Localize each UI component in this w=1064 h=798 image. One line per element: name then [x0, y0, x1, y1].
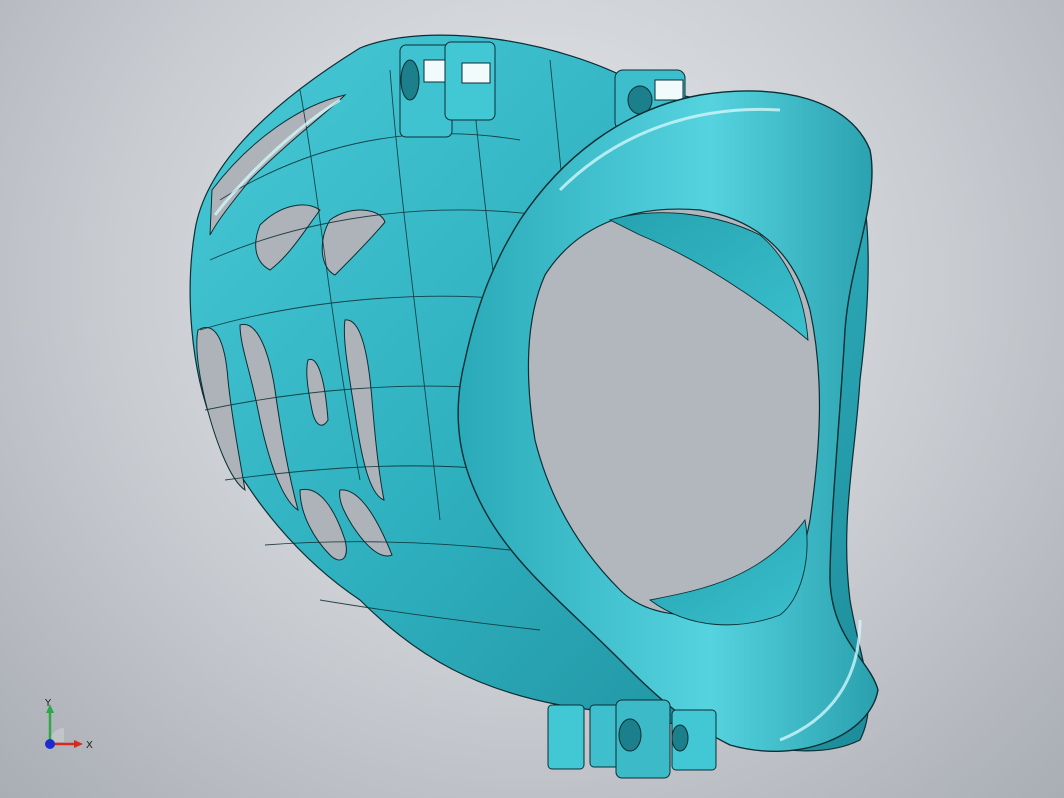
- y-axis-label: Y: [44, 698, 52, 709]
- mounting-tab[interactable]: [547, 704, 585, 770]
- graphics-viewport[interactable]: Y X: [0, 0, 1064, 798]
- bottom-mounting-tabs[interactable]: [547, 699, 717, 779]
- bolt-hole: [671, 724, 689, 752]
- 3d-model-shell[interactable]: [0, 0, 1064, 798]
- x-axis-arrowhead: [74, 740, 83, 748]
- bolt-hole: [618, 718, 642, 752]
- z-axis-dot: [45, 739, 55, 749]
- bolt-hole: [400, 59, 420, 101]
- x-axis-label: X: [86, 740, 93, 751]
- coordinate-triad[interactable]: Y X: [36, 696, 106, 758]
